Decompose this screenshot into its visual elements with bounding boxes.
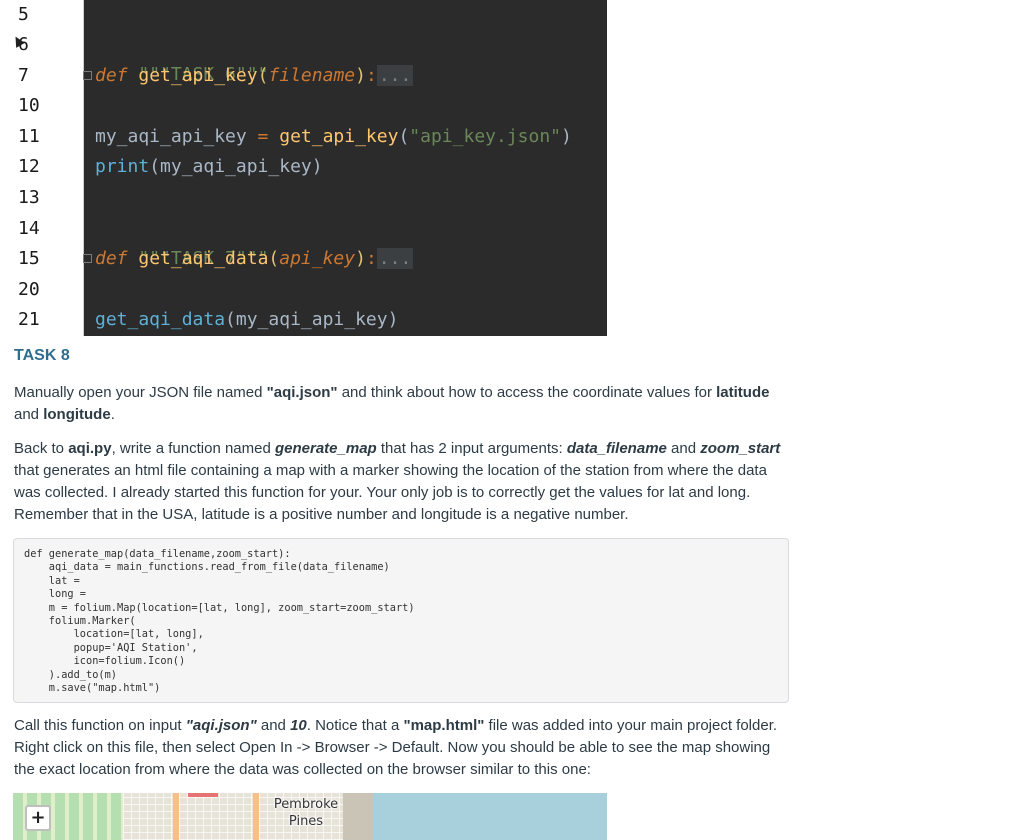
line-number: 11 [18,126,40,147]
fold-toggle-icon[interactable] [83,71,92,80]
paragraph-call-function-instructions: Call this function on input "aqi.json" a… [14,717,778,778]
parameter: api_key [279,248,356,269]
call-args: (my_aqi_api_key) [149,156,323,177]
line-number: 21 [18,309,40,330]
code-line-def-get-api-key[interactable]: def get_api_key(filename):... [95,61,414,91]
section-heading: TASK 8 [14,347,70,364]
map-coast-strip [343,793,373,840]
keyword: def [95,65,128,86]
zoom-in-button[interactable]: + [25,805,51,831]
map-road [173,793,179,840]
map-highway-marker [188,793,218,797]
call-args: (my_aqi_api_key) [225,309,399,330]
code-line-call-get-aqi-data[interactable]: get_aqi_data(my_aqi_api_key) [95,305,398,335]
code-line-assign-key[interactable]: my_aqi_api_key = get_api_key("api_key.js… [95,122,572,152]
code-editor[interactable]: 5 6 7 10 11 12 13 14 15 20 21 """TASK 6"… [11,0,607,336]
paragraph-json-instructions: Manually open your JSON file named "aqi.… [14,384,770,423]
code-line-print[interactable]: print(my_aqi_api_key) [95,152,323,182]
line-number-gutter: 5 6 7 10 11 12 13 14 15 20 21 [11,0,84,336]
string-arg: "api_key.json" [409,126,562,147]
line-number: 7 [18,65,29,86]
folded-code-marker[interactable]: ... [376,248,414,269]
line-number: 12 [18,156,40,177]
function-name: get_api_key [138,65,258,86]
map-water-area [373,793,607,840]
map-screenshot: Pembroke Pines + [13,793,607,840]
line-number: 13 [18,187,40,208]
paragraph-generate-map-instructions: Back to aqi.py, write a function named g… [14,440,781,523]
code-line-def-get-aqi-data[interactable]: def get_aqi_data(api_key):... [95,244,414,274]
keyword: def [95,248,128,269]
line-number: 5 [18,4,29,25]
line-number: 15 [18,248,40,269]
parameter: filename [268,65,356,86]
line-number: 20 [18,279,40,300]
code-line-task7[interactable]: """TASK 7""" [95,214,268,269]
function-call: get_aqi_data [95,309,226,330]
code-line-task6[interactable]: """TASK 6""" [95,30,268,85]
map-place-label: Pembroke Pines [273,797,339,829]
line-number: 10 [18,95,40,116]
map-road [253,793,259,840]
code-snippet-text: def generate_map(data_filename,zoom_star… [24,548,415,695]
fold-toggle-icon[interactable] [83,254,92,263]
function-name: get_aqi_data [138,248,269,269]
builtin-call: print [95,156,150,177]
operator: = [246,126,280,147]
variable: my_aqi_api_key [95,126,247,147]
function-call: get_api_key [279,126,399,147]
line-number: 14 [18,218,40,239]
folded-code-marker[interactable]: ... [376,65,414,86]
line-number: 6 [18,34,29,55]
code-snippet-block: def generate_map(data_filename,zoom_star… [13,538,789,703]
